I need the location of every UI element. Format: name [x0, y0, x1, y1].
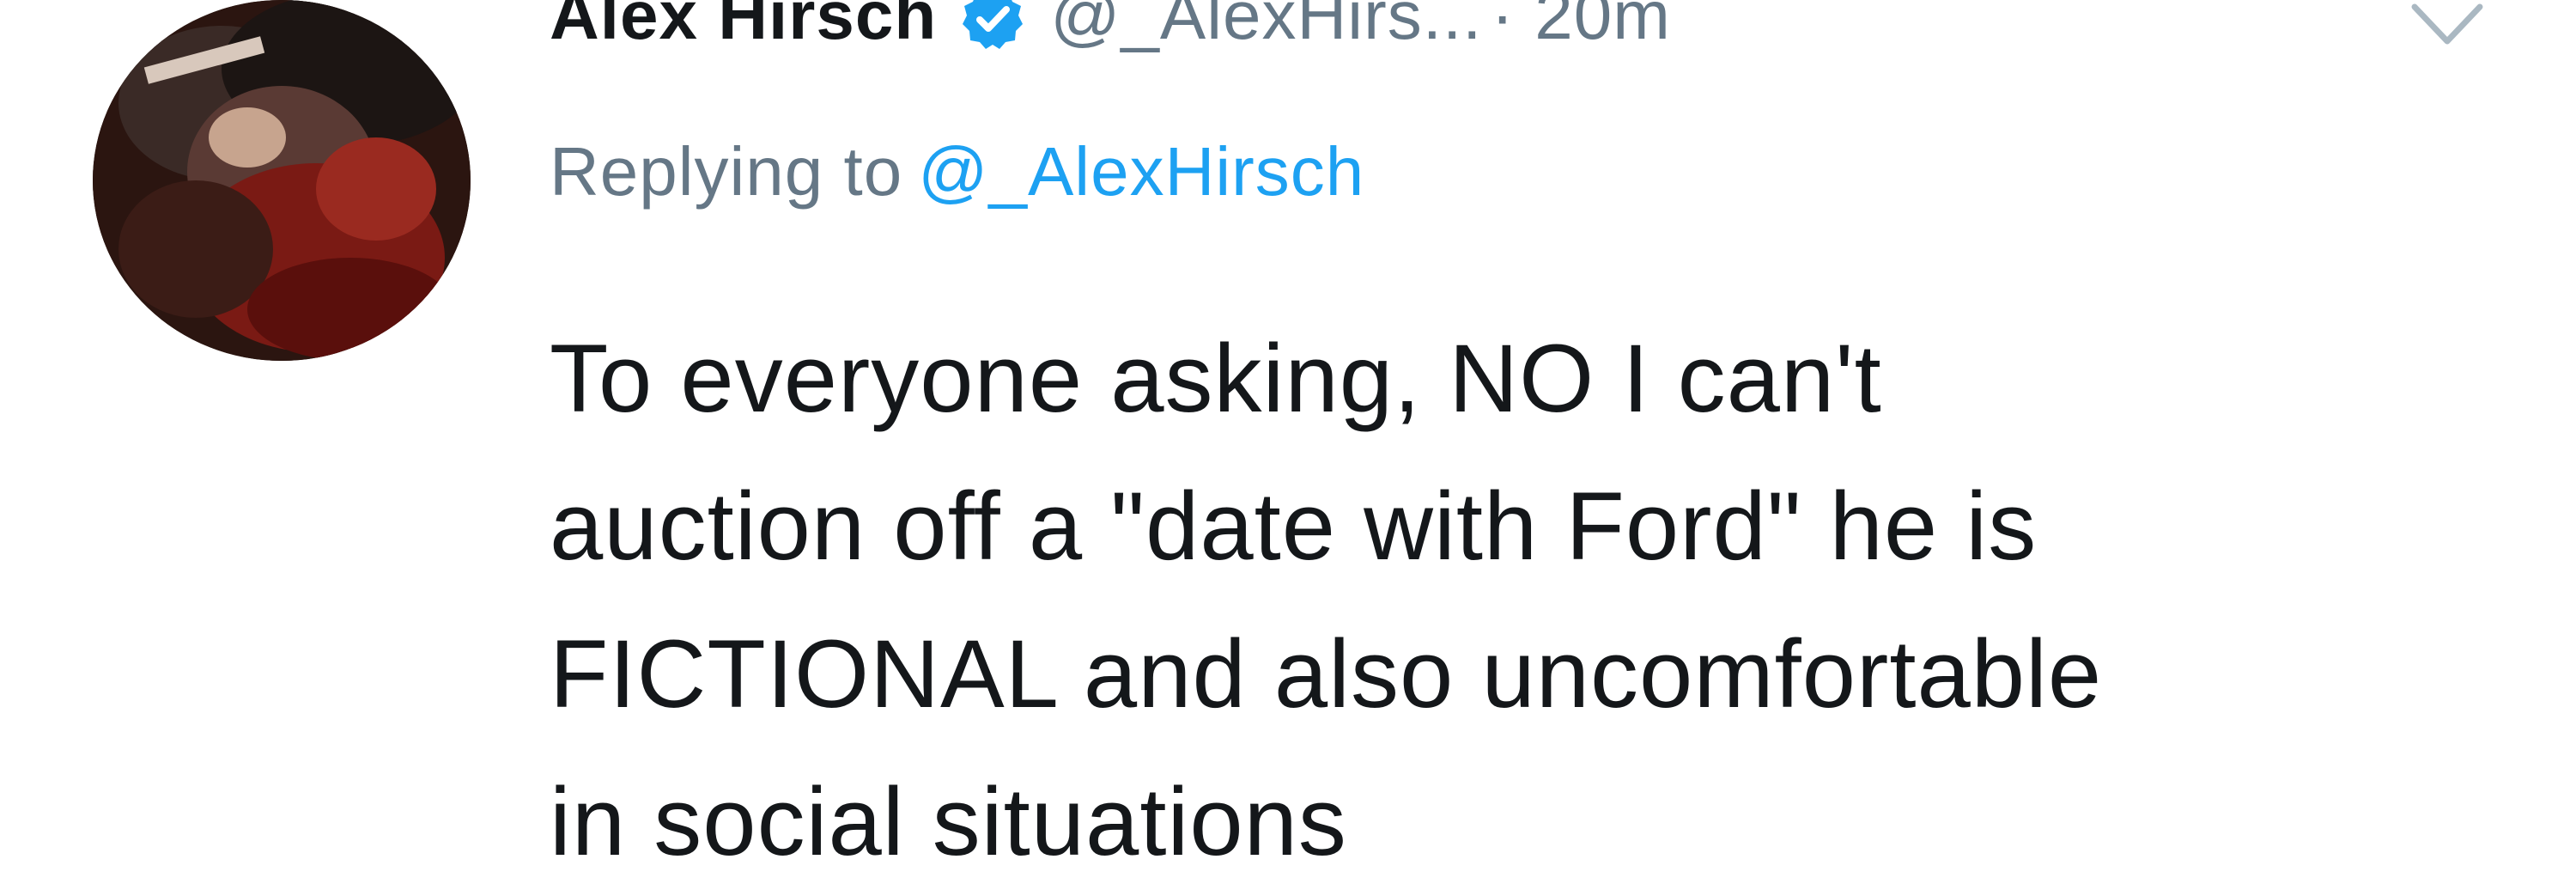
author-display-name[interactable]: Alex Hirsch — [550, 0, 937, 50]
tweet-text-line: auction off a "date with Ford" he is — [550, 472, 2038, 580]
reply-prefix: Replying to — [550, 133, 903, 210]
tweet-text: To everyone asking, NO I can't auction o… — [550, 305, 2524, 896]
reply-mention-link[interactable]: @_AlexHirsch — [918, 133, 1364, 210]
verified-badge-icon — [961, 0, 1024, 51]
tweet-timestamp[interactable]: · 20m — [1491, 0, 1671, 50]
avatar-image — [93, 0, 471, 361]
reply-context: Replying to @_AlexHirsch — [550, 137, 1364, 206]
chevron-down-icon[interactable] — [2396, 0, 2499, 69]
tweet-header: Alex Hirsch @_AlexHirs... · 20m — [550, 0, 1671, 67]
tweet-text-line: To everyone asking, NO I can't — [550, 325, 1882, 432]
tweet-card[interactable]: Alex Hirsch @_AlexHirs... · 20m Replying… — [0, 0, 2576, 875]
avatar[interactable] — [93, 0, 471, 361]
tweet-text-line: FICTIONAL and also uncomfortable — [550, 620, 2103, 728]
tweet-text-line: in social situations — [550, 768, 1347, 875]
author-handle[interactable]: @_AlexHirs... — [1050, 0, 1482, 50]
